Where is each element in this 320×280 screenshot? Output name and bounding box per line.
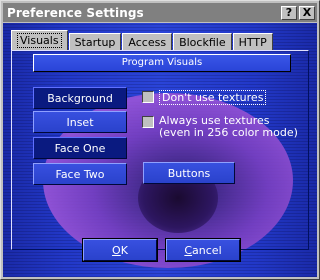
face-one-button[interactable]: Face One [33, 137, 127, 159]
tab-visuals[interactable]: Visuals [11, 30, 68, 50]
background-button[interactable]: Background [33, 87, 127, 109]
cancel-accelerator: C [184, 243, 193, 257]
section-header: Program Visuals [33, 54, 291, 72]
help-icon: ? [285, 6, 293, 19]
checkbox-box[interactable] [142, 116, 154, 128]
ok-accelerator: O [112, 243, 121, 257]
checkbox-box[interactable] [142, 91, 154, 103]
tab-startup[interactable]: Startup [68, 33, 122, 50]
always-textures-checkbox[interactable]: Always use textures (even in 256 color m… [142, 115, 298, 139]
cancel-button[interactable]: Cancel [165, 238, 241, 262]
no-textures-label: Don't use textures [159, 90, 267, 105]
help-button[interactable]: ? [281, 5, 297, 20]
preferences-window: Preference Settings ? X Visuals Startup … [0, 0, 320, 280]
ok-button[interactable]: OK [82, 238, 158, 262]
tab-strip: Visuals Startup Access Blockfile HTTP [11, 30, 274, 50]
ok-label-rest: K [120, 243, 128, 257]
always-textures-note: (even in 256 color mode) [159, 126, 298, 139]
title-bar[interactable]: Preference Settings ? X [3, 3, 317, 22]
close-button[interactable]: X [299, 5, 315, 20]
cancel-label-rest: ancel [192, 243, 222, 257]
close-icon: X [302, 6, 312, 19]
window-title: Preference Settings [7, 5, 144, 20]
tab-blockfile[interactable]: Blockfile [173, 33, 232, 50]
no-textures-checkbox[interactable]: Don't use textures [142, 90, 267, 105]
buttons-button[interactable]: Buttons [143, 162, 235, 184]
tab-http[interactable]: HTTP [232, 33, 273, 50]
tab-access[interactable]: Access [122, 33, 173, 50]
inset-button[interactable]: Inset [33, 111, 127, 133]
dialog-client-area: Visuals Startup Access Blockfile HTTP Pr… [3, 23, 317, 277]
face-two-button[interactable]: Face Two [33, 163, 127, 185]
